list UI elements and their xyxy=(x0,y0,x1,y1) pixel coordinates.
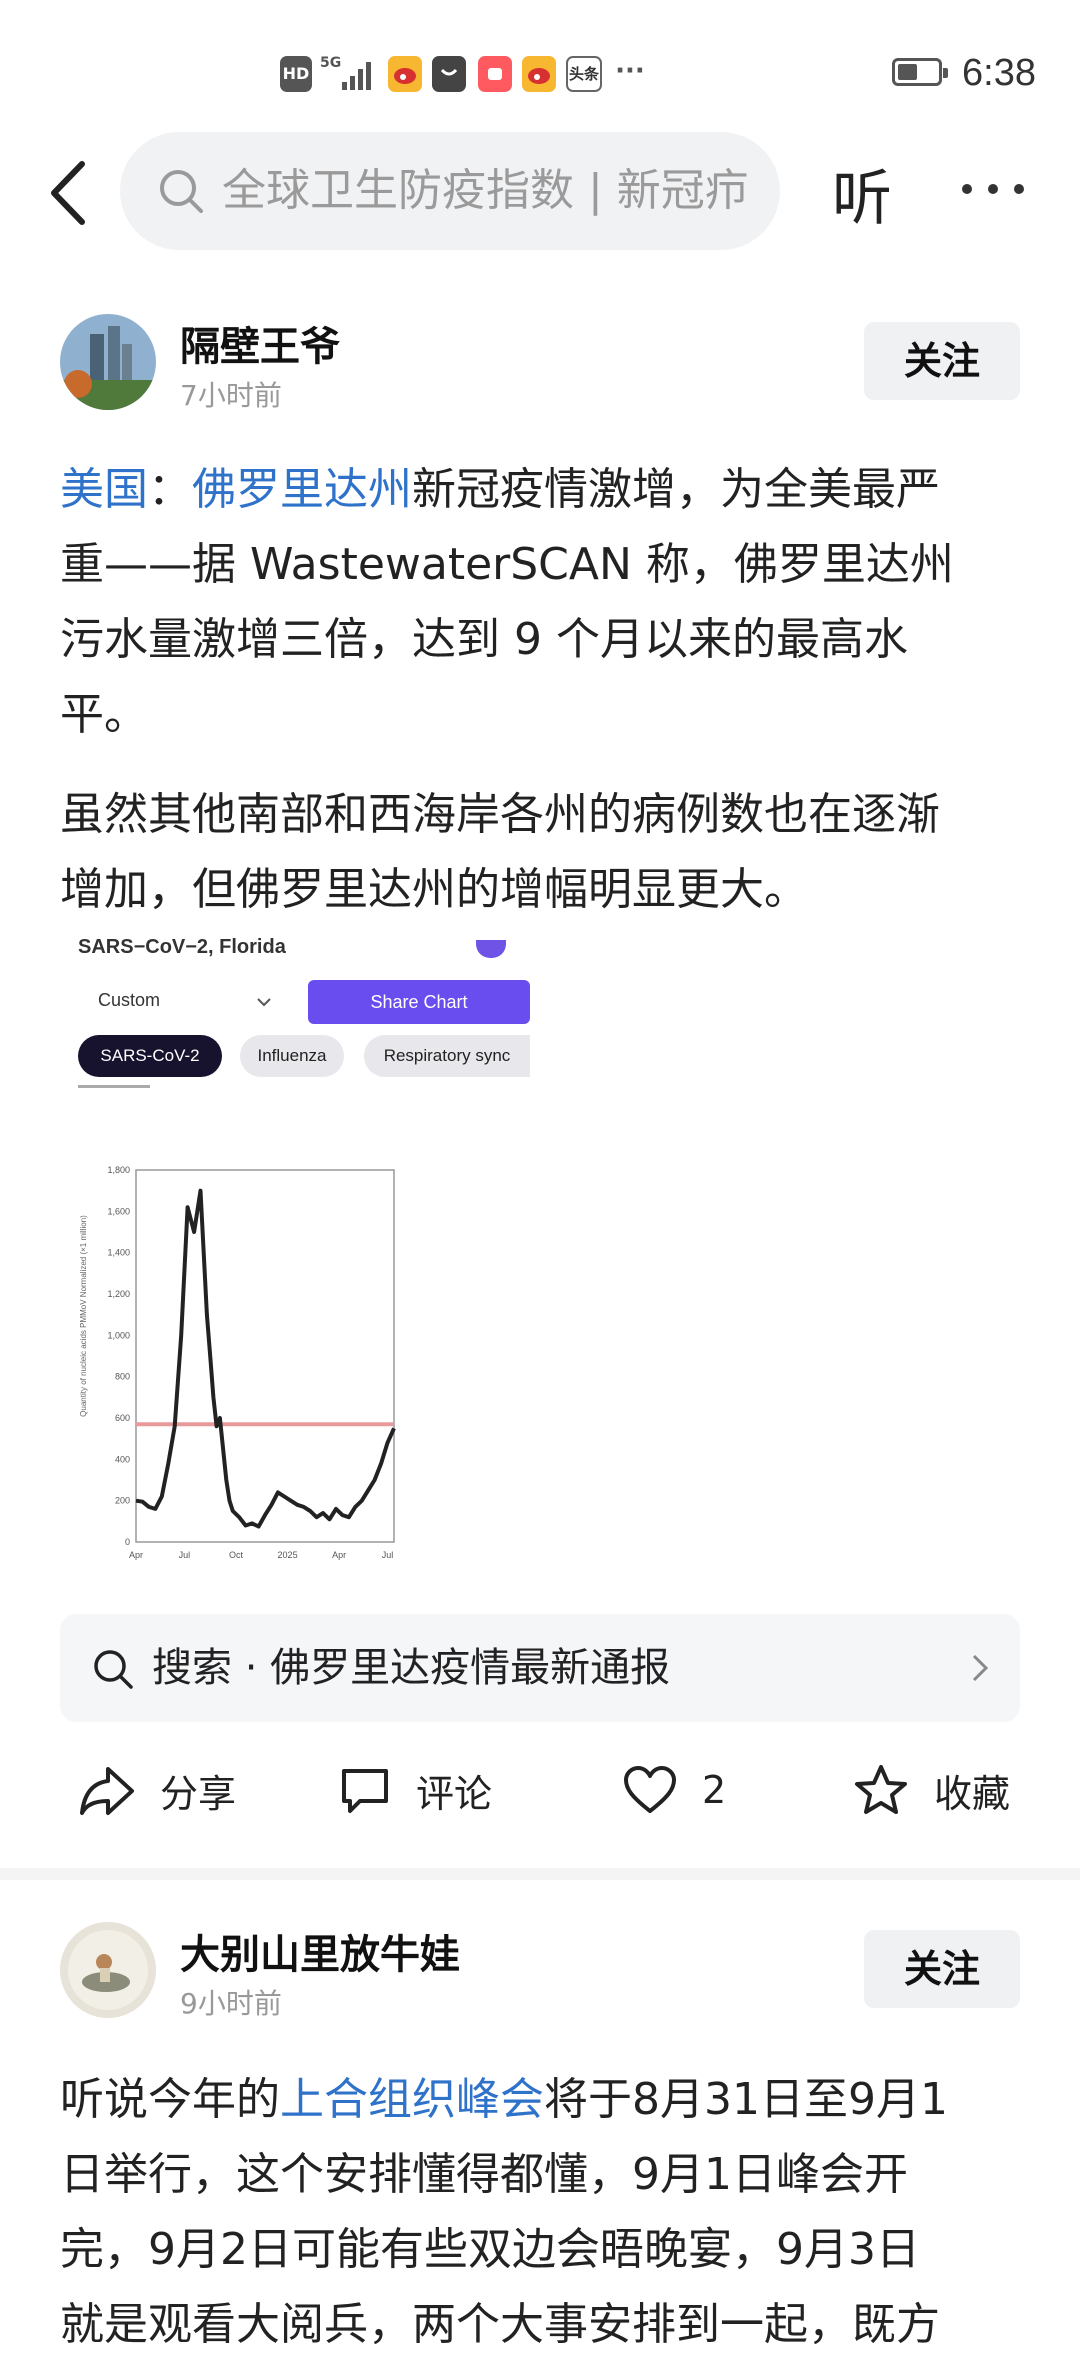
x-tick-label: Jul xyxy=(179,1550,191,1560)
star-icon xyxy=(855,1765,907,1814)
weibo-icon xyxy=(388,56,422,92)
avatar[interactable] xyxy=(60,1922,156,2018)
x-tick-label: Apr xyxy=(332,1550,346,1560)
post-divider xyxy=(0,1868,1080,1880)
collect-button[interactable]: 收藏 xyxy=(852,1760,1010,1820)
share-icon xyxy=(80,1767,134,1815)
chevron-left-icon xyxy=(51,161,85,225)
y-tick-label: 800 xyxy=(115,1372,130,1382)
like-count: 2 xyxy=(702,1768,727,1812)
y-tick-label: 600 xyxy=(115,1413,130,1423)
avatar[interactable] xyxy=(60,314,156,410)
x-tick-label: Jul xyxy=(382,1550,394,1560)
post-time: 9小时前 xyxy=(180,1987,282,2020)
topic-link-florida[interactable]: 佛罗里达州 xyxy=(192,464,412,515)
y-tick-label: 400 xyxy=(115,1454,130,1464)
search-bar[interactable]: 全球卫生防疫指数 | 新冠疖 xyxy=(120,132,780,250)
status-bar: HD 5G 头条 ··· 6:38 xyxy=(0,0,1080,150)
signal-icon: 5G xyxy=(320,56,376,92)
toutiao-icon: 头条 xyxy=(566,56,602,92)
y-tick-label: 1,600 xyxy=(107,1206,130,1216)
weibo-icon xyxy=(522,56,556,92)
x-tick-label: Oct xyxy=(229,1550,244,1560)
share-button[interactable]: 分享 xyxy=(78,1760,236,1820)
collect-label: 收藏 xyxy=(934,1771,1011,1816)
share-label: 分享 xyxy=(160,1771,237,1816)
tab-underline xyxy=(78,1085,150,1088)
clock: 6:38 xyxy=(962,52,1036,94)
red-app-icon xyxy=(478,56,512,92)
x-tick-label: Apr xyxy=(129,1550,143,1560)
chart-frame xyxy=(135,1169,395,1543)
back-button[interactable] xyxy=(44,158,104,228)
like-button[interactable]: 2 xyxy=(622,1760,726,1820)
chevron-down-icon xyxy=(257,998,271,1007)
search-icon xyxy=(160,170,203,213)
y-tick-label: 1,000 xyxy=(107,1330,130,1340)
username[interactable]: 隔壁王爷 xyxy=(180,314,340,372)
more-options-button[interactable] xyxy=(962,178,1026,198)
bag-icon xyxy=(432,56,466,92)
comment-button[interactable]: 评论 xyxy=(338,1760,492,1820)
comment-icon xyxy=(342,1769,388,1813)
search-icon xyxy=(94,1650,133,1689)
more-notifications-icon: ··· xyxy=(615,56,645,86)
y-tick-label: 1,800 xyxy=(107,1165,130,1175)
series-line xyxy=(135,1188,396,1529)
wastewater-line-chart: 0 200 400 600 800 1,000 1,200 1,400 1,600 1,800 Ap… xyxy=(79,1165,396,1560)
y-tick-label: 1,200 xyxy=(107,1289,130,1299)
x-tick-label: 2025 xyxy=(278,1550,298,1560)
comment-label: 评论 xyxy=(416,1771,493,1816)
topic-link-usa[interactable]: 美国 xyxy=(60,464,148,515)
related-search-text: 搜索 · 佛罗里达疫情最新通报 xyxy=(152,1645,671,1691)
battery-icon xyxy=(892,58,948,86)
post-text-2: 虽然其他南部和西海岸各州的病例数也在逐渐 增加，但佛罗里达州的增幅明显更大。 xyxy=(60,789,940,915)
chip-influenza: Influenza xyxy=(240,1035,344,1077)
follow-button[interactable]: 关注 xyxy=(864,322,1020,400)
share-chart-button: Share Chart xyxy=(308,980,530,1024)
hd-icon: HD xyxy=(280,56,312,92)
related-search-card[interactable]: 搜索 · 佛罗里达疫情最新通报 xyxy=(60,1614,1020,1722)
chevron-right-icon xyxy=(972,1654,989,1682)
heart-icon xyxy=(624,1766,676,1813)
post-text: 美国：佛罗里达州新冠疫情激增，为全美最严 重——据 WastewaterSCAN… xyxy=(60,464,954,740)
y-tick-label: 1,400 xyxy=(107,1248,130,1258)
topic-link-sco[interactable]: 上合组织峰会 xyxy=(280,2074,544,2125)
y-axis-label: Quantity of nucleic acids PMMoV Normaliz… xyxy=(79,1215,88,1417)
image-header: SARS−CoV−2, Florida xyxy=(78,936,286,958)
listen-button[interactable]: 听 xyxy=(832,150,892,237)
follow-button[interactable]: 关注 xyxy=(864,1930,1020,2008)
y-tick-label: 200 xyxy=(115,1496,130,1506)
post-text: 听说今年的上合组织峰会将于8月31日至9月1 日举行，这个安排懂得都懂，9月1日… xyxy=(60,2074,948,2350)
post-time: 7小时前 xyxy=(180,379,282,412)
chip-respiratory: Respiratory sync xyxy=(364,1035,530,1077)
range-dropdown: Custom xyxy=(98,990,161,1010)
chip-sars: SARS-CoV-2 xyxy=(78,1035,222,1077)
username[interactable]: 大别山里放牛娃 xyxy=(180,1922,460,1980)
image-badge xyxy=(476,940,506,958)
y-tick-label: 0 xyxy=(125,1537,130,1547)
search-placeholder: 全球卫生防疫指数 | 新冠疖 xyxy=(222,165,749,216)
post-image[interactable]: SARS−CoV−2, Florida Custom Share Chart S… xyxy=(60,936,530,1590)
